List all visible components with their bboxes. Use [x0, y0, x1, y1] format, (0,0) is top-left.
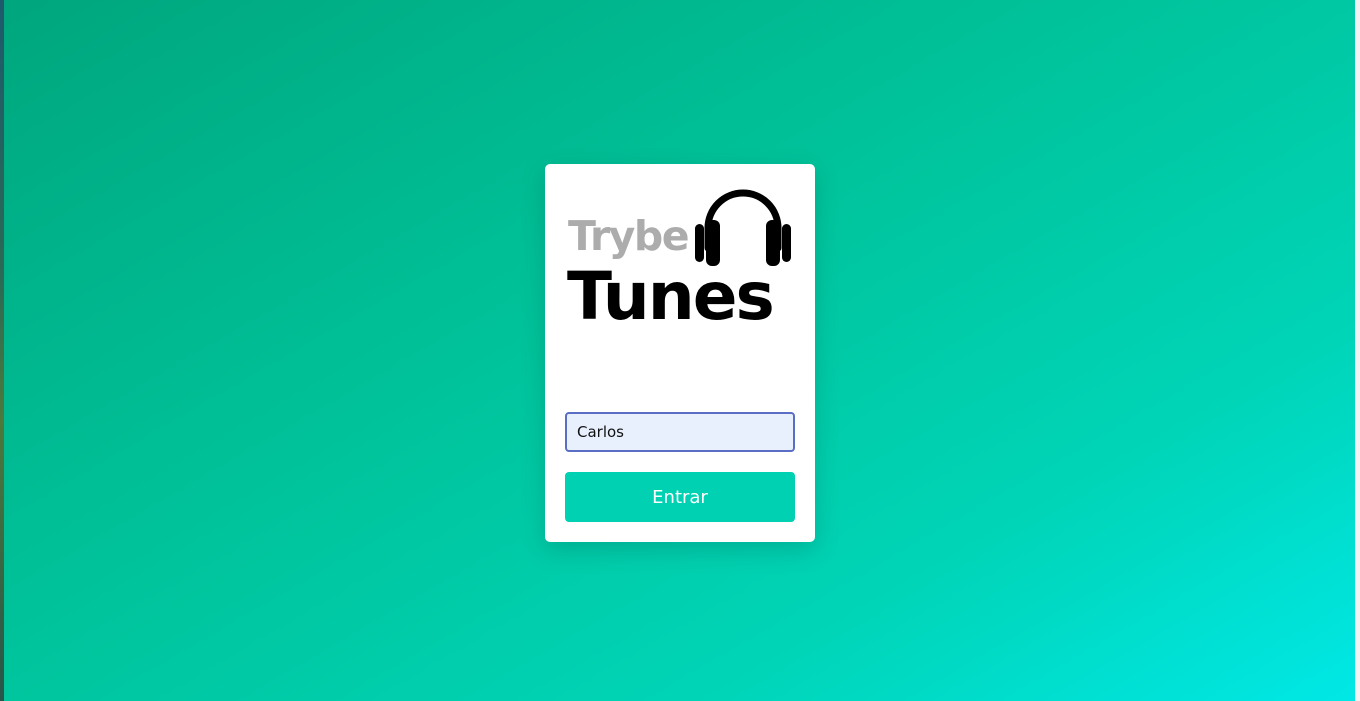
- login-card: Trybe Tunes Entrar: [545, 164, 815, 542]
- headphones-icon: [695, 189, 791, 266]
- window-edge-right: [1355, 0, 1360, 701]
- logo-tunes-text: Tunes: [567, 258, 775, 335]
- login-button[interactable]: Entrar: [565, 472, 795, 522]
- window-edge-left: [0, 0, 4, 701]
- trybetunes-logo: Trybe Tunes: [565, 184, 795, 334]
- page-background: Trybe Tunes Entrar: [0, 0, 1360, 701]
- logo-trybe-text: Trybe: [568, 212, 690, 260]
- name-input[interactable]: [565, 412, 795, 452]
